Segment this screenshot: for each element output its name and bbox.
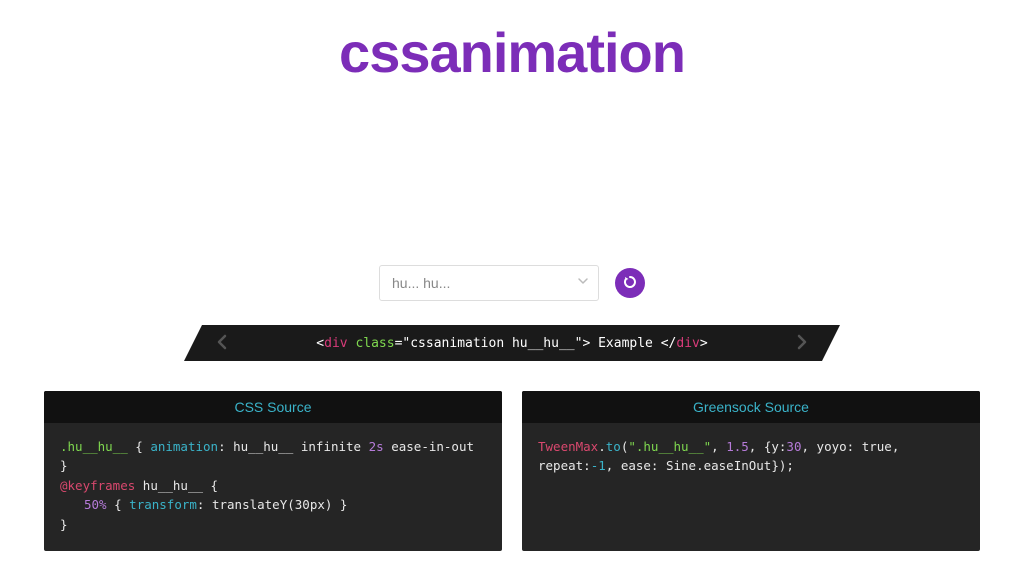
usage-code-text: <div class="cssanimation hu__hu__"> Exam… — [316, 336, 707, 351]
refresh-icon — [622, 274, 638, 293]
next-button[interactable] — [796, 331, 808, 355]
css-source-code: .hu__hu__ { animation: hu__hu__ infinite… — [44, 423, 502, 548]
css-source-panel: CSS Source .hu__hu__ { animation: hu__hu… — [44, 391, 502, 551]
panel-title: Greensock Source — [522, 391, 980, 423]
animation-select[interactable]: hu... hu... — [379, 265, 599, 301]
greensock-source-panel: Greensock Source TweenMax.to(".hu__hu__"… — [522, 391, 980, 551]
usage-code-bar: <div class="cssanimation hu__hu__"> Exam… — [202, 325, 822, 361]
page-title: cssanimation — [0, 20, 1024, 85]
greensock-source-code: TweenMax.to(".hu__hu__", 1.5, {y:30, yoy… — [522, 423, 980, 490]
select-value: hu... hu... — [392, 275, 450, 291]
prev-button[interactable] — [216, 331, 228, 355]
refresh-button[interactable] — [615, 268, 645, 298]
panel-title: CSS Source — [44, 391, 502, 423]
